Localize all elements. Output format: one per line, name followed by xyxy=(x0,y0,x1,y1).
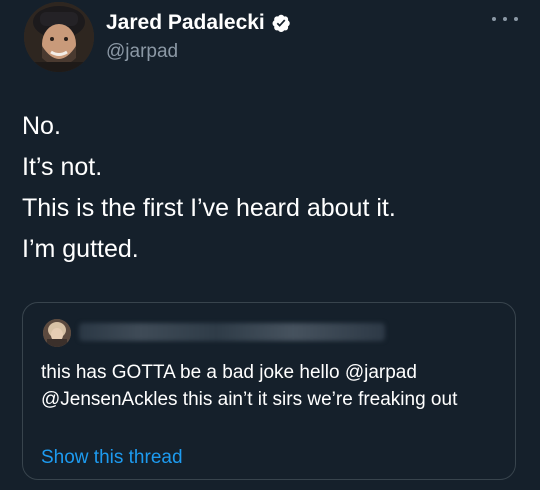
author-block: Jared Padalecki @jarpad xyxy=(106,10,291,64)
tweet-line: No. xyxy=(22,112,61,140)
quoted-tweet-text: this has GOTTA be a bad joke hello @jarp… xyxy=(41,362,458,410)
avatar-photo xyxy=(24,2,94,72)
tweet: Jared Padalecki @jarpad No. It’s not. Th… xyxy=(0,0,540,490)
avatar[interactable] xyxy=(24,2,94,72)
redacted-author-name xyxy=(79,323,385,341)
author-handle[interactable]: @jarpad xyxy=(106,40,291,64)
name-row: Jared Padalecki xyxy=(106,10,291,36)
tweet-line: I’m gutted. xyxy=(22,235,139,263)
tweet-line: It’s not. xyxy=(22,153,103,181)
tweet-line: This is the first I’ve heard about it. xyxy=(22,194,396,222)
quoted-tweet[interactable]: this has GOTTA be a bad joke hello @jarp… xyxy=(22,302,516,480)
verified-badge-icon xyxy=(271,13,291,33)
quoted-avatar-photo xyxy=(43,319,71,347)
more-options-icon[interactable] xyxy=(492,14,518,24)
show-thread-link[interactable]: Show this thread xyxy=(41,445,183,471)
tweet-text: No. It’s not. This is the first I’ve hea… xyxy=(22,106,396,270)
author-name[interactable]: Jared Padalecki xyxy=(106,10,265,36)
quoted-author-avatar[interactable] xyxy=(43,319,71,347)
